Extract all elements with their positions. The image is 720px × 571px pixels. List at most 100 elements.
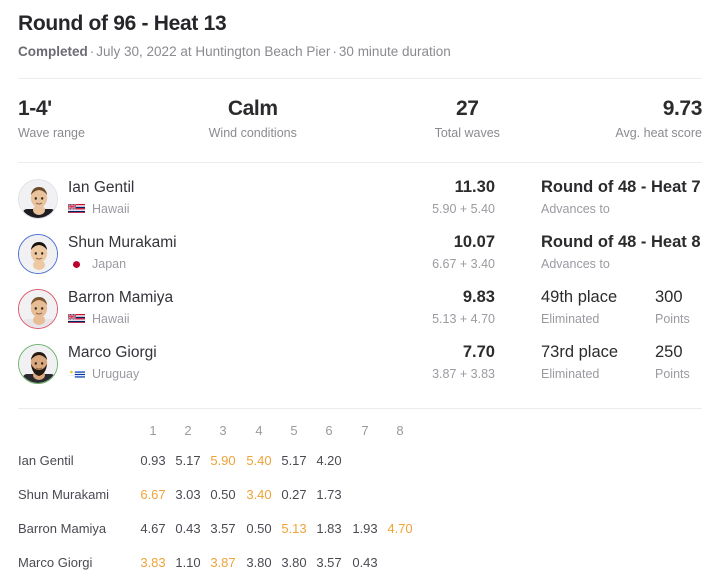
- avatar-image: [19, 180, 57, 218]
- athlete-score-breakdown: 5.13 + 4.70: [432, 312, 495, 326]
- athlete-result-status: Eliminated: [541, 312, 600, 326]
- heat-detail-page: Round of 96 - Heat 13 Completed · July 30,…: [0, 0, 720, 571]
- wave-score-cell: 4.20: [316, 453, 342, 468]
- wave-column-header: 8: [396, 423, 404, 438]
- uruguay-flag: [68, 367, 85, 378]
- athlete-name[interactable]: Ian Gentil: [68, 178, 134, 198]
- wave-score-cell: 3.57: [316, 555, 342, 570]
- wave-score-cell: 3.80: [281, 555, 307, 570]
- athlete-points: 300: [655, 288, 683, 306]
- wave-column-header: 5: [290, 423, 298, 438]
- wave-score-cell: 0.50: [246, 521, 272, 536]
- wave-column-header: 3: [219, 423, 227, 438]
- athlete-points: 250: [655, 343, 683, 361]
- wave-score-cell: 3.87: [210, 555, 236, 570]
- wave-table-row: Ian Gentil 0.93 5.17 5.90 5.40 5.17 4.20: [18, 444, 702, 478]
- wave-column-header: 4: [255, 423, 263, 438]
- wave-score-cell: 3.40: [246, 487, 272, 502]
- wave-score-table: 1 2 3 4 5 6 7 8 Ian Gentil 0.93 5.17 5.90 5.40 5.17 4…: [18, 409, 702, 571]
- athlete-result: 73rd place: [541, 343, 619, 361]
- hawaii-flag: [68, 202, 85, 213]
- athlete-total-score: 7.70: [462, 343, 495, 361]
- athlete-score-breakdown: 6.67 + 3.40: [432, 257, 495, 271]
- heat-stats: 1-4' Wave range Calm Wind conditions 27 …: [18, 79, 702, 141]
- athlete-name[interactable]: Marco Giorgi: [68, 343, 157, 363]
- avatar-image: [19, 235, 57, 273]
- wave-table-header: 1 2 3 4 5 6 7 8: [18, 418, 702, 444]
- wave-score-cell: 1.73: [316, 487, 342, 502]
- avatar[interactable]: [18, 234, 58, 274]
- wave-table-body: Ian Gentil 0.93 5.17 5.90 5.40 5.17 4.20 Shun M…: [18, 444, 702, 571]
- avatar-image: [19, 290, 57, 328]
- stat-label: Avg. heat score: [615, 126, 702, 140]
- stat-wave-range: 1-4' Wave range: [18, 96, 175, 141]
- athlete-result[interactable]: Round of 48 - Heat 8: [541, 232, 701, 253]
- athlete-country: Japan: [92, 257, 127, 271]
- wave-score-cell: 1.93: [352, 521, 378, 536]
- athlete-points-label: Points: [655, 312, 690, 326]
- athlete-result: 49th place: [541, 288, 618, 306]
- athlete-row[interactable]: Shun Murakami Japan 10.07 6.67 + 3.40 Ro…: [18, 226, 702, 281]
- wave-row-athlete-name: Ian Gentil: [18, 453, 74, 468]
- athlete-total-score: 11.30: [454, 178, 495, 196]
- wave-score-cell: 0.27: [281, 487, 307, 502]
- wave-score-cell: 5.40: [246, 453, 272, 468]
- athlete-row[interactable]: Barron Mamiya Hawaii 9.83 5.13 + 4.70 49…: [18, 281, 702, 336]
- athlete-name[interactable]: Barron Mamiya: [68, 288, 173, 308]
- avatar[interactable]: [18, 344, 58, 384]
- wave-row-athlete-name: Marco Giorgi: [18, 555, 93, 570]
- avatar-image: [19, 345, 57, 383]
- wave-row-athlete-name: Shun Murakami: [18, 487, 110, 502]
- athlete-country: Uruguay: [92, 367, 140, 381]
- heat-date-location: July 30, 2022 at Huntington Beach Pier: [96, 44, 331, 59]
- heat-duration: 30 minute duration: [338, 44, 451, 59]
- athlete-row[interactable]: Marco Giorgi Uruguay 7.70 3.87 + 3.83 73…: [18, 336, 702, 391]
- avatar[interactable]: [18, 289, 58, 329]
- stat-value: 27: [455, 97, 479, 120]
- wave-score-cell: 1.10: [175, 555, 201, 570]
- wave-column-header: 7: [361, 423, 369, 438]
- wave-score-cell: 0.50: [210, 487, 236, 502]
- stat-value: 9.73: [662, 97, 703, 120]
- wave-score-cell: 4.70: [387, 521, 413, 536]
- athlete-result-status: Advances to: [541, 257, 610, 271]
- wave-score-cell: 5.90: [210, 453, 236, 468]
- athlete-list: Ian Gentil Hawaii 11.30 5.90 + 5.40 Roun…: [18, 163, 702, 391]
- athlete-row[interactable]: Ian Gentil Hawaii 11.30 5.90 + 5.40 Roun…: [18, 171, 702, 226]
- separator-dot-1: ·: [89, 44, 95, 59]
- wave-score-cell: 6.67: [140, 487, 166, 502]
- wave-score-cell: 3.57: [210, 521, 236, 536]
- heat-subtitle: Completed · July 30, 2022 at Huntington Be…: [18, 43, 702, 60]
- wave-column-header: 6: [325, 423, 333, 438]
- wave-column-header: 1: [149, 423, 157, 438]
- wave-score-cell: 3.83: [140, 555, 166, 570]
- athlete-name[interactable]: Shun Murakami: [68, 233, 177, 253]
- wave-score-cell: 3.80: [246, 555, 272, 570]
- stat-label: Wind conditions: [208, 126, 297, 140]
- athlete-total-score: 9.83: [462, 288, 495, 306]
- wave-score-cell: 1.83: [316, 521, 342, 536]
- wave-row-athlete-name: Barron Mamiya: [18, 521, 107, 536]
- status-badge: Completed: [18, 44, 88, 59]
- wave-score-cell: 0.93: [140, 453, 166, 468]
- wave-score-cell: 0.43: [175, 521, 201, 536]
- stat-label: Wave range: [18, 126, 85, 140]
- wave-table-row: Shun Murakami 6.67 3.03 0.50 3.40 0.27 1.73: [18, 478, 702, 512]
- avatar[interactable]: [18, 179, 58, 219]
- wave-score-cell: 5.13: [281, 521, 307, 536]
- japan-flag: [68, 257, 85, 268]
- athlete-country: Hawaii: [92, 312, 130, 326]
- wave-table-row: Barron Mamiya 4.67 0.43 3.57 0.50 5.13 1.83 1.9…: [18, 512, 702, 546]
- athlete-result-status: Advances to: [541, 202, 610, 216]
- separator-dot-2: ·: [332, 44, 337, 59]
- stat-wind-conditions: Calm Wind conditions: [175, 96, 362, 141]
- wave-score-cell: 5.17: [281, 453, 307, 468]
- wave-score-cell: 4.67: [140, 521, 166, 536]
- stat-value: Calm: [227, 97, 278, 120]
- athlete-total-score: 10.07: [453, 233, 495, 251]
- wave-score-cell: 5.17: [175, 453, 201, 468]
- athlete-result[interactable]: Round of 48 - Heat 7: [541, 177, 701, 198]
- page-title: Round of 96 - Heat 13: [18, 12, 227, 35]
- stat-value: 1-4': [18, 97, 52, 120]
- stat-label: Total waves: [434, 126, 500, 140]
